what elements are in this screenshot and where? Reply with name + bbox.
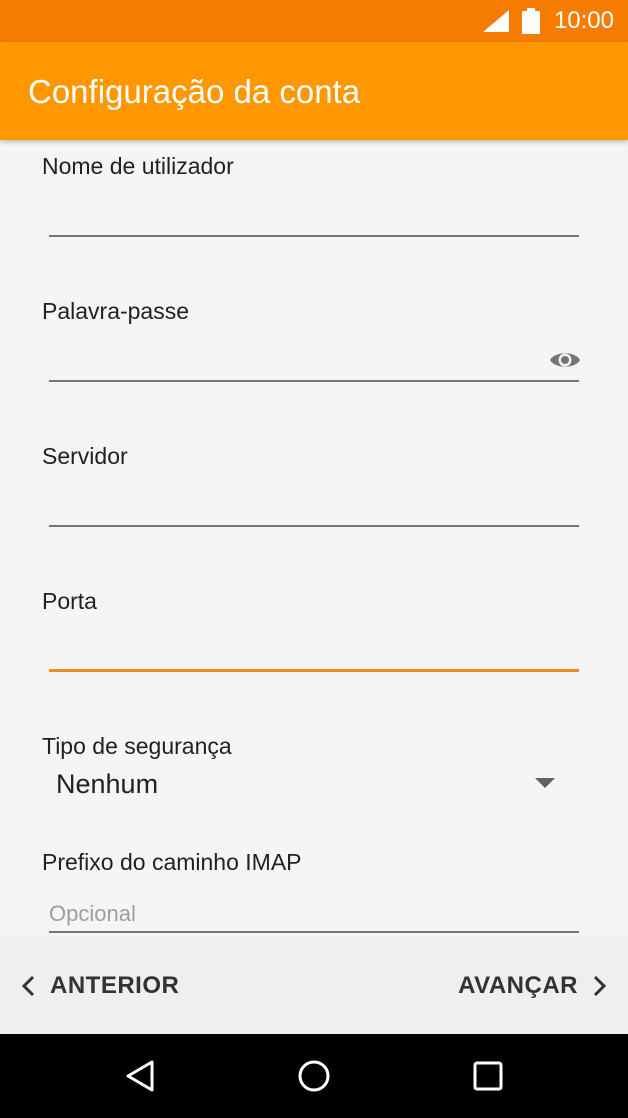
previous-button-label: ANTERIOR — [50, 972, 180, 999]
security-type-select[interactable]: Nenhum — [56, 768, 158, 800]
account-settings-form: Nome de utilizador Palavra-passe Servido… — [0, 140, 628, 936]
back-icon[interactable] — [122, 1058, 158, 1094]
system-navigation-bar — [0, 1034, 628, 1118]
page-title: Configuração da conta — [28, 73, 361, 110]
security-type-label: Tipo de segurança — [42, 733, 232, 759]
port-label: Porta — [42, 588, 97, 614]
chevron-left-icon — [21, 975, 35, 997]
username-field[interactable] — [49, 235, 579, 237]
password-field[interactable] — [49, 380, 579, 382]
wizard-nav-bar: ANTERIOR AVANÇAR — [0, 936, 628, 1034]
previous-button[interactable]: ANTERIOR — [20, 970, 179, 1002]
home-icon[interactable] — [296, 1058, 332, 1094]
eye-icon[interactable] — [549, 349, 581, 371]
dropdown-arrow-icon[interactable] — [535, 778, 555, 790]
recents-icon[interactable] — [470, 1058, 506, 1094]
status-bar: 10:00 — [0, 0, 628, 42]
next-button[interactable]: AVANÇAR — [458, 970, 608, 1002]
password-label: Palavra-passe — [42, 298, 190, 324]
status-time: 10:00 — [553, 7, 614, 34]
imap-prefix-underline — [49, 931, 579, 933]
port-field[interactable] — [49, 669, 579, 672]
imap-prefix-label: Prefixo do caminho IMAP — [42, 849, 302, 875]
imap-prefix-field[interactable]: Opcional — [49, 900, 136, 928]
server-field[interactable] — [49, 525, 579, 527]
signal-icon — [483, 10, 509, 32]
username-label: Nome de utilizador — [42, 153, 234, 179]
server-label: Servidor — [42, 443, 128, 469]
app-bar: Configuração da conta — [0, 42, 628, 140]
chevron-right-icon — [593, 975, 607, 997]
next-button-label: AVANÇAR — [458, 972, 578, 999]
battery-icon — [522, 8, 540, 34]
